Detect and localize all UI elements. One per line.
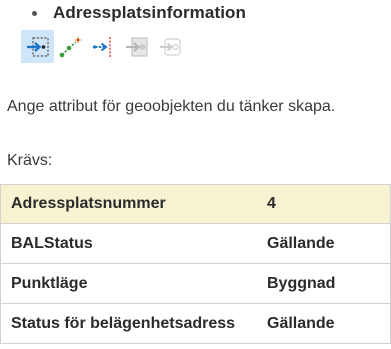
attribute-value[interactable]: Byggnad <box>256 275 335 293</box>
attribute-row[interactable]: BALStatus Gällande <box>0 224 391 264</box>
attribute-name: Punktläge <box>11 274 88 292</box>
dimension-tool-button[interactable] <box>87 30 120 63</box>
point-entry-outline-disabled-button[interactable] <box>153 30 186 63</box>
attribute-row[interactable]: Punktläge Byggnad <box>0 264 391 304</box>
attribute-value[interactable]: Gällande <box>256 235 335 253</box>
section-title: Adressplatsinformation <box>53 3 247 22</box>
attribute-table: Adressplatsnummer 4 BALStatus Gällande P… <box>0 184 391 344</box>
attribute-value[interactable]: Gällande <box>256 315 335 333</box>
attribute-row[interactable]: Status för belägenhetsadress Gällande <box>0 304 391 344</box>
attribute-name: Adressplatsnummer <box>11 195 166 212</box>
instruction-text: Ange attribut för geoobjekten du tänker … <box>7 98 336 115</box>
tool-palette <box>21 30 186 63</box>
point-entry-outline-disabled-icon <box>159 37 181 56</box>
attribute-value[interactable]: 4 <box>256 195 276 213</box>
point-entry-icon <box>26 36 49 57</box>
dimension-line-icon <box>92 36 111 57</box>
point-entry-disabled-icon <box>125 36 148 57</box>
section-header[interactable]: Adressplatsinformation <box>32 0 246 26</box>
attribute-name: BALStatus <box>11 234 93 252</box>
attribute-name: Status för belägenhetsadress <box>11 314 236 332</box>
point-entry-disabled-button[interactable] <box>120 30 153 63</box>
required-label: Krävs: <box>7 152 53 169</box>
point-tool-button[interactable] <box>21 30 54 63</box>
attribute-row[interactable]: Adressplatsnummer 4 <box>0 184 391 224</box>
line-sparkle-icon <box>59 35 82 57</box>
line-tool-button[interactable] <box>54 30 87 63</box>
bullet-icon <box>32 10 37 16</box>
attribute-panel: Adressplatsinformation Ange attribut för… <box>0 0 391 349</box>
